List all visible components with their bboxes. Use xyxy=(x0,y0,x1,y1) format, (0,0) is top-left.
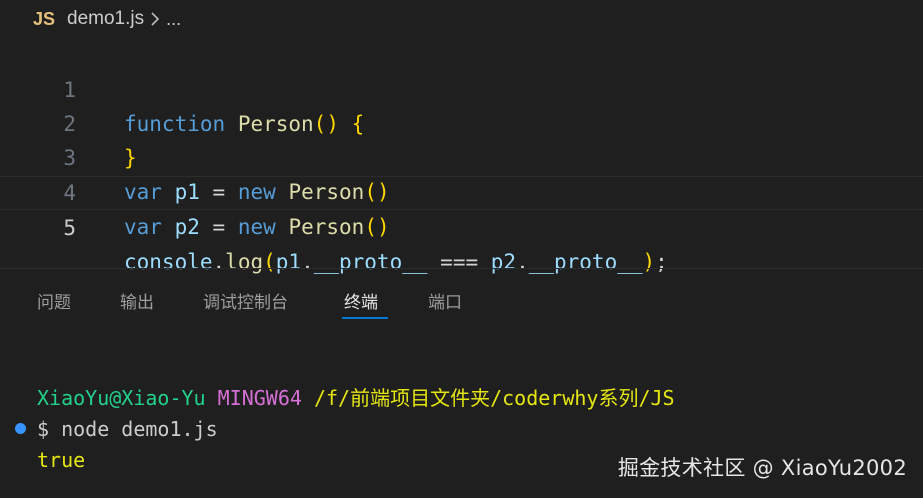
breadcrumb-file[interactable]: demo1.js xyxy=(67,8,144,30)
terminal-prompt-line: XiaoYu@Xiao-Yu MINGW64 /f/前端项目文件夹/coderw… xyxy=(37,383,675,414)
code-line[interactable]: 2 } xyxy=(0,73,923,170)
tab-output[interactable]: 输出 xyxy=(120,288,154,313)
panel-divider xyxy=(0,268,923,269)
breadcrumb: JS demo1.js ... xyxy=(0,0,923,38)
code-content: var p2 = new Person() xyxy=(124,215,390,239)
line-number: 5 xyxy=(63,216,76,240)
terminal-output: true xyxy=(37,448,86,472)
watermark: 掘金技术社区 @ XiaoYu2002 xyxy=(617,456,907,480)
code-line[interactable]: 1 function Person() { xyxy=(0,39,923,136)
tab-debug-console[interactable]: 调试控制台 xyxy=(203,288,288,313)
active-tab-indicator xyxy=(342,317,388,319)
terminal-user-host: XiaoYu@Xiao-Yu xyxy=(37,386,206,410)
code-content: console.log(p1.__proto__ === p2.__proto_… xyxy=(124,250,668,274)
code-line-active[interactable]: 5 console.log(p1.__proto__ === p2.__prot… xyxy=(0,176,923,274)
tab-ports[interactable]: 端口 xyxy=(428,288,462,313)
code-editor[interactable]: 1 function Person() { 2 } 3 var p1 = new… xyxy=(0,38,923,274)
tab-problems[interactable]: 问题 xyxy=(37,288,71,313)
tab-terminal[interactable]: 终端 xyxy=(344,288,378,313)
terminal-command-line: $ node demo1.js xyxy=(37,414,218,445)
terminal-output-line: true xyxy=(37,445,85,476)
chevron-right-icon xyxy=(150,11,160,27)
terminal-shell: MINGW64 xyxy=(217,386,302,410)
breadcrumb-ellipsis[interactable]: ... xyxy=(166,9,181,30)
code-line[interactable]: 4 var p2 = new Person() xyxy=(0,142,923,239)
javascript-file-icon: JS xyxy=(33,8,56,29)
terminal-path: /f/前端项目文件夹/coderwhy系列/JS xyxy=(313,386,675,410)
terminal-command: node demo1.js xyxy=(61,417,218,441)
panel-tabs: 问题 输出 调试控制台 终端 端口 xyxy=(0,280,923,320)
code-line[interactable]: 3 var p1 = new Person() xyxy=(0,107,923,204)
command-status-dot-icon[interactable] xyxy=(15,423,26,434)
terminal-prompt: $ xyxy=(37,417,50,441)
